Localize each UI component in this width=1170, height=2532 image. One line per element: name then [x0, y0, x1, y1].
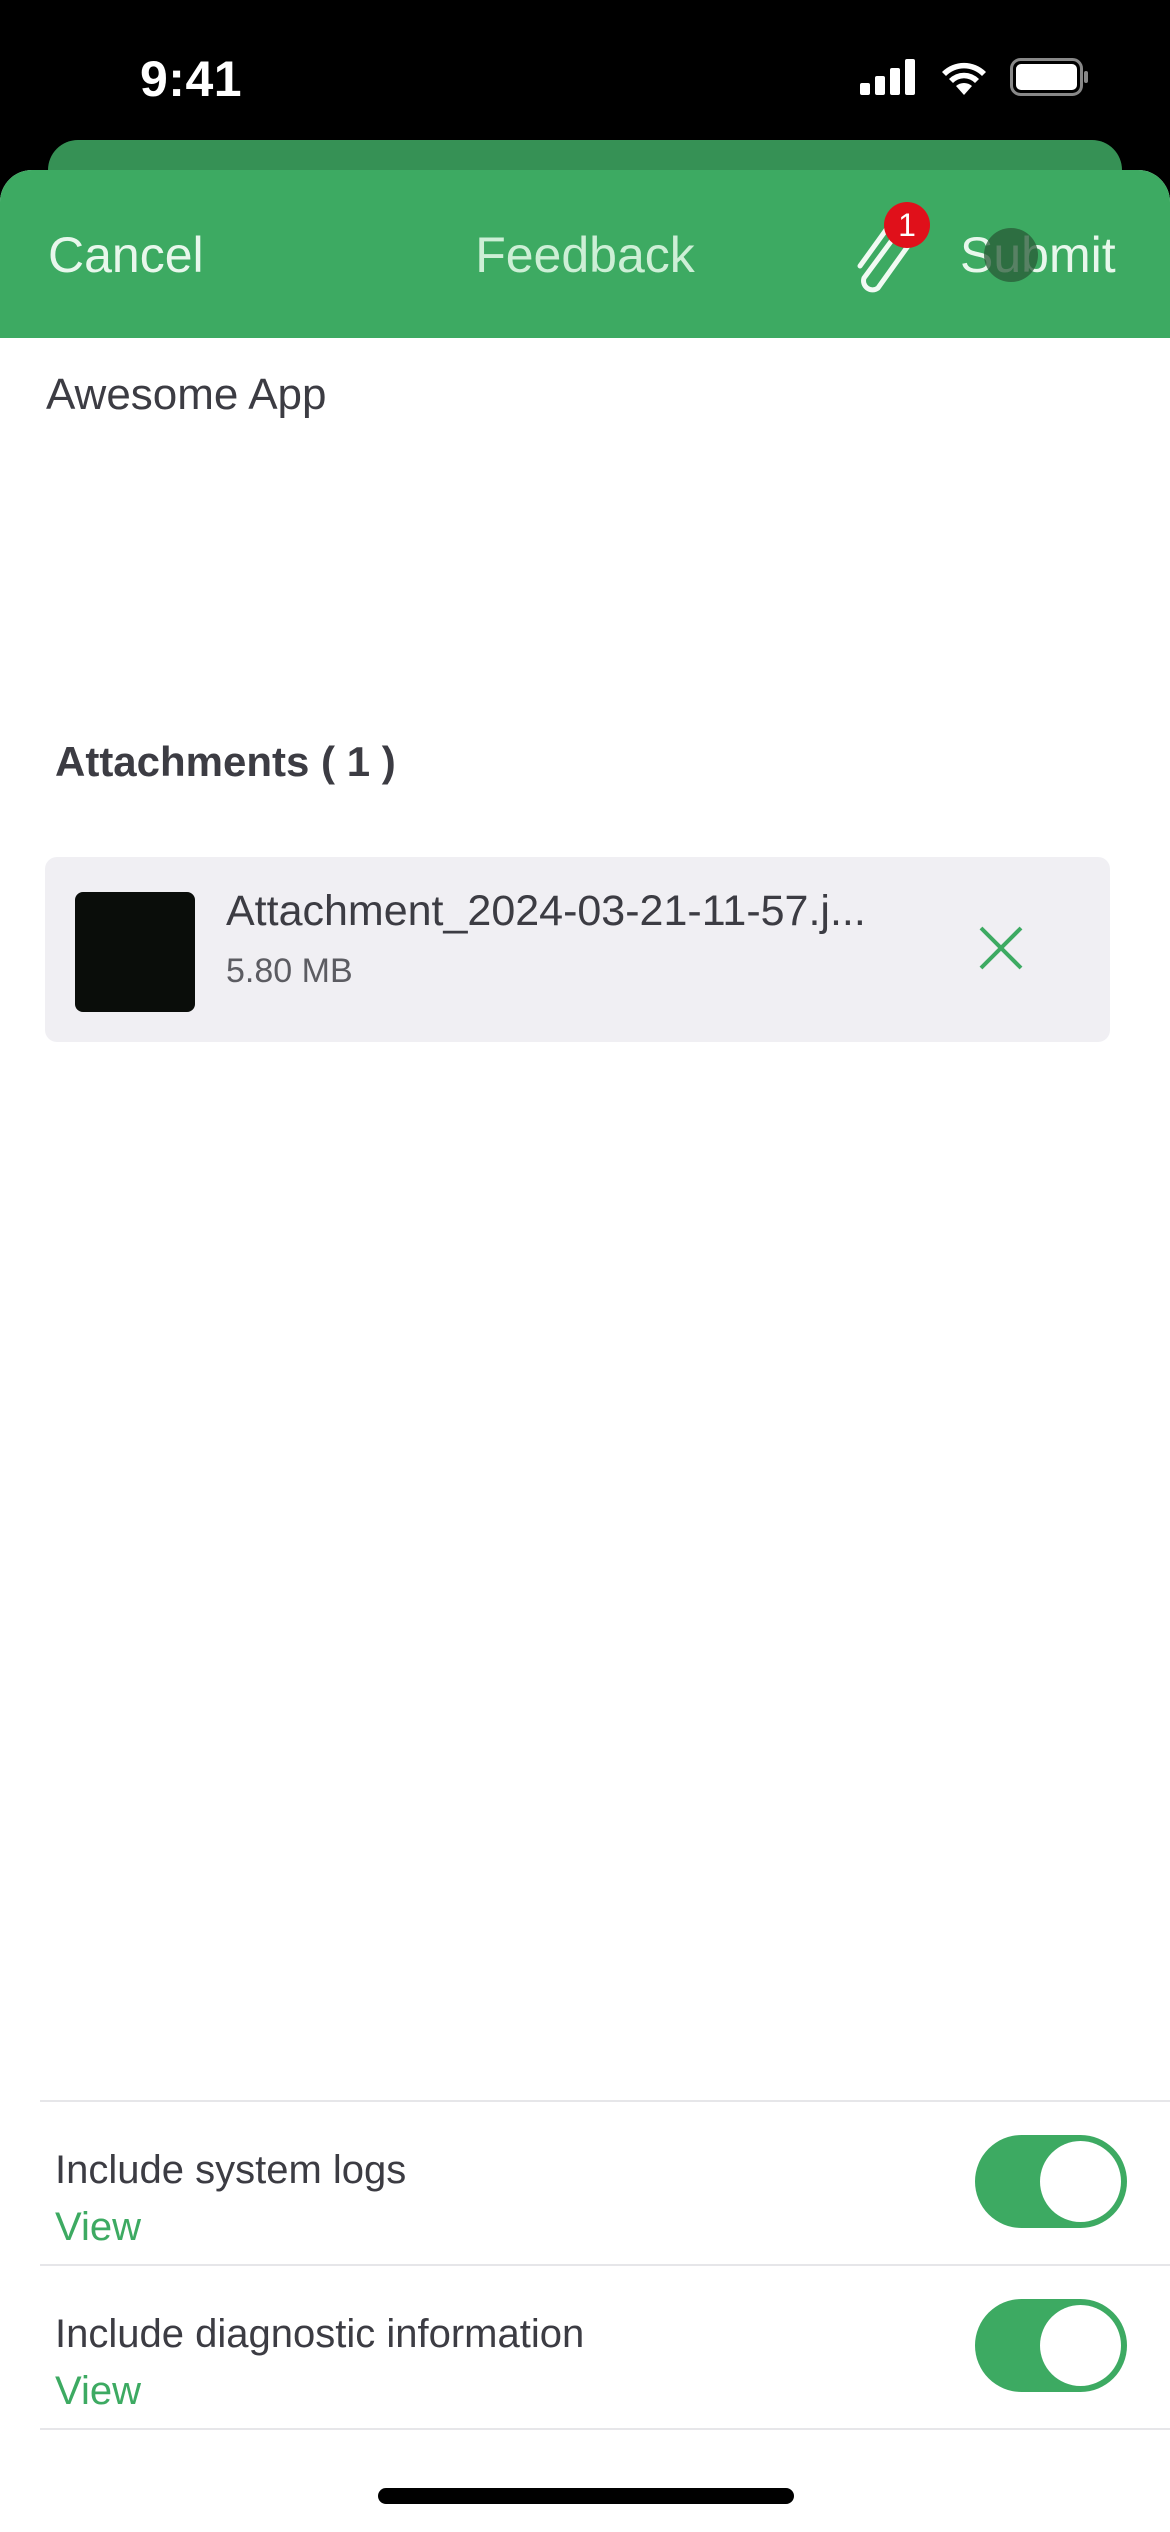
include-system-logs-label: Include system logs	[55, 2148, 407, 2192]
status-time: 9:41	[140, 51, 243, 107]
toggle-knob	[1040, 2141, 1121, 2222]
cellular-signal-icon	[860, 59, 915, 95]
toggle-knob	[1040, 2305, 1121, 2386]
attachment-file-name: Attachment_2024-03-21-11-57.j...	[226, 887, 866, 935]
include-system-logs-toggle[interactable]	[975, 2135, 1127, 2228]
view-system-logs-link[interactable]: View	[55, 2205, 141, 2250]
close-icon[interactable]	[975, 922, 1027, 974]
include-diagnostic-info-label: Include diagnostic information	[55, 2312, 585, 2356]
divider	[40, 2100, 1170, 2102]
battery-icon	[1010, 58, 1088, 96]
include-diagnostic-info-toggle[interactable]	[975, 2299, 1127, 2392]
app-name-field[interactable]: Awesome App	[46, 370, 326, 420]
navigation-bar: Cancel Feedback 1 Submit	[0, 170, 1170, 338]
view-diagnostic-info-link[interactable]: View	[55, 2369, 141, 2414]
attachments-heading: Attachments ( 1 )	[55, 738, 396, 785]
status-bar: 9:41	[0, 0, 1170, 140]
attachment-file-size: 5.80 MB	[226, 952, 353, 990]
attachment-thumbnail	[75, 892, 195, 1012]
attachment-item[interactable]: Attachment_2024-03-21-11-57.j... 5.80 MB	[45, 857, 1110, 1042]
divider	[40, 2264, 1170, 2266]
touch-indicator	[984, 228, 1038, 282]
divider	[40, 2428, 1170, 2430]
status-icons	[860, 58, 1090, 96]
wifi-icon	[942, 62, 986, 95]
feedback-sheet: Cancel Feedback 1 Submit Awesome App Att…	[0, 170, 1170, 2532]
home-indicator[interactable]	[378, 2488, 794, 2504]
attachment-count-badge: 1	[884, 202, 930, 248]
